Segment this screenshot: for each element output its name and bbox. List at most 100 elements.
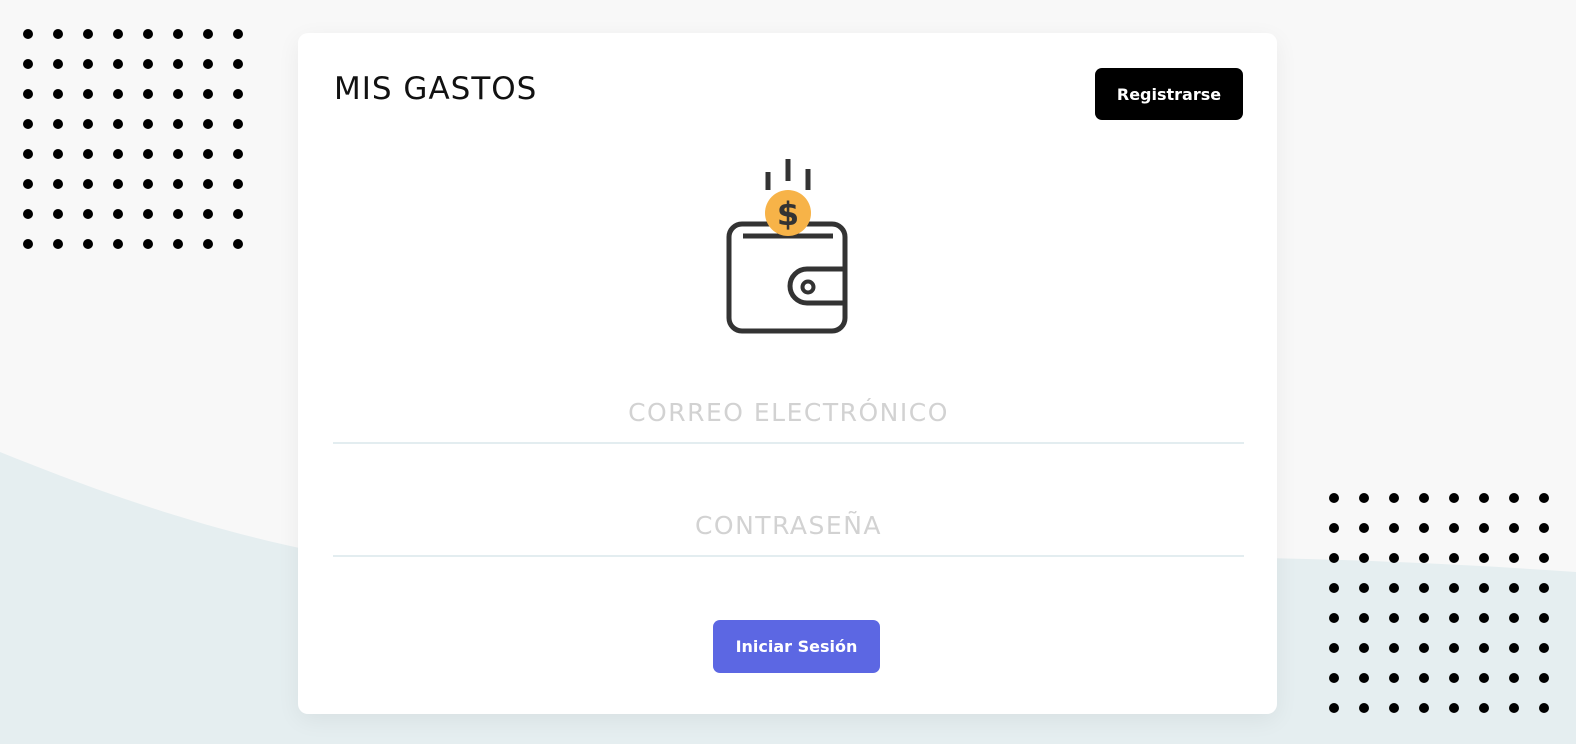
decorative-dot xyxy=(1509,523,1519,533)
decorative-dot xyxy=(1449,493,1459,503)
decorative-dot xyxy=(1479,613,1489,623)
decorative-dot xyxy=(203,29,213,39)
decorative-dot xyxy=(1539,553,1549,563)
decorative-dot xyxy=(1539,703,1549,713)
decorative-dot xyxy=(113,209,123,219)
decorative-dot xyxy=(1539,643,1549,653)
decorative-dot xyxy=(1479,673,1489,683)
decorative-dot xyxy=(113,239,123,249)
decorative-dot xyxy=(173,179,183,189)
decorative-dot xyxy=(53,239,63,249)
dot-pattern-bottom-right xyxy=(1329,493,1549,713)
decorative-dot xyxy=(1329,703,1339,713)
decorative-dot xyxy=(1539,613,1549,623)
decorative-dot xyxy=(173,209,183,219)
password-input[interactable] xyxy=(333,495,1244,557)
decorative-dot xyxy=(53,119,63,129)
email-input[interactable] xyxy=(333,382,1244,444)
decorative-dot xyxy=(23,239,33,249)
decorative-dot xyxy=(23,59,33,69)
decorative-dot xyxy=(1329,553,1339,563)
decorative-dot xyxy=(1329,643,1339,653)
decorative-dot xyxy=(113,59,123,69)
decorative-dot xyxy=(1329,613,1339,623)
decorative-dot xyxy=(233,59,243,69)
decorative-dot xyxy=(233,89,243,99)
decorative-dot xyxy=(1329,673,1339,683)
decorative-dot xyxy=(113,149,123,159)
login-card: MIS GASTOS Registrarse $ Iniciar Sesión xyxy=(298,33,1277,714)
decorative-dot xyxy=(1449,583,1459,593)
decorative-dot xyxy=(1389,583,1399,593)
decorative-dot xyxy=(1359,553,1369,563)
decorative-dot xyxy=(53,59,63,69)
decorative-dot xyxy=(1419,553,1429,563)
decorative-dot xyxy=(1419,643,1429,653)
dot-pattern-top-left xyxy=(23,29,243,249)
decorative-dot xyxy=(173,239,183,249)
decorative-dot xyxy=(1539,673,1549,683)
decorative-dot xyxy=(203,149,213,159)
wallet-coin-icon: $ xyxy=(726,159,848,334)
decorative-dot xyxy=(203,89,213,99)
decorative-dot xyxy=(203,179,213,189)
decorative-dot xyxy=(1509,673,1519,683)
decorative-dot xyxy=(233,239,243,249)
decorative-dot xyxy=(233,119,243,129)
decorative-dot xyxy=(173,119,183,129)
decorative-dot xyxy=(1509,643,1519,653)
decorative-dot xyxy=(143,209,153,219)
decorative-dot xyxy=(143,29,153,39)
decorative-dot xyxy=(1359,643,1369,653)
decorative-dot xyxy=(173,29,183,39)
decorative-dot xyxy=(1479,583,1489,593)
decorative-dot xyxy=(83,149,93,159)
register-button[interactable]: Registrarse xyxy=(1095,68,1243,120)
decorative-dot xyxy=(143,239,153,249)
decorative-dot xyxy=(203,59,213,69)
decorative-dot xyxy=(83,119,93,129)
decorative-dot xyxy=(1419,703,1429,713)
decorative-dot xyxy=(23,29,33,39)
decorative-dot xyxy=(1509,553,1519,563)
decorative-dot xyxy=(1419,583,1429,593)
decorative-dot xyxy=(1389,493,1399,503)
decorative-dot xyxy=(1359,673,1369,683)
decorative-dot xyxy=(1329,583,1339,593)
decorative-dot xyxy=(233,209,243,219)
decorative-dot xyxy=(203,239,213,249)
decorative-dot xyxy=(1419,523,1429,533)
decorative-dot xyxy=(1509,583,1519,593)
decorative-dot xyxy=(83,59,93,69)
login-button[interactable]: Iniciar Sesión xyxy=(713,620,880,673)
decorative-dot xyxy=(1389,613,1399,623)
app-title: MIS GASTOS xyxy=(334,71,538,107)
decorative-dot xyxy=(1479,703,1489,713)
decorative-dot xyxy=(53,179,63,189)
decorative-dot xyxy=(143,59,153,69)
decorative-dot xyxy=(53,89,63,99)
coin-dollar-icon: $ xyxy=(777,195,799,233)
decorative-dot xyxy=(1449,553,1459,563)
decorative-dot xyxy=(53,29,63,39)
decorative-dot xyxy=(83,179,93,189)
decorative-dot xyxy=(143,119,153,129)
decorative-dot xyxy=(203,119,213,129)
decorative-dot xyxy=(83,209,93,219)
decorative-dot xyxy=(1359,613,1369,623)
decorative-dot xyxy=(1359,583,1369,593)
decorative-dot xyxy=(53,149,63,159)
decorative-dot xyxy=(1389,553,1399,563)
decorative-dot xyxy=(233,29,243,39)
decorative-dot xyxy=(23,149,33,159)
decorative-dot xyxy=(1449,613,1459,623)
decorative-dot xyxy=(1539,523,1549,533)
decorative-dot xyxy=(173,59,183,69)
decorative-dot xyxy=(1359,523,1369,533)
decorative-dot xyxy=(173,149,183,159)
decorative-dot xyxy=(1509,493,1519,503)
decorative-dot xyxy=(1479,553,1489,563)
decorative-dot xyxy=(1449,703,1459,713)
decorative-dot xyxy=(143,149,153,159)
decorative-dot xyxy=(23,119,33,129)
